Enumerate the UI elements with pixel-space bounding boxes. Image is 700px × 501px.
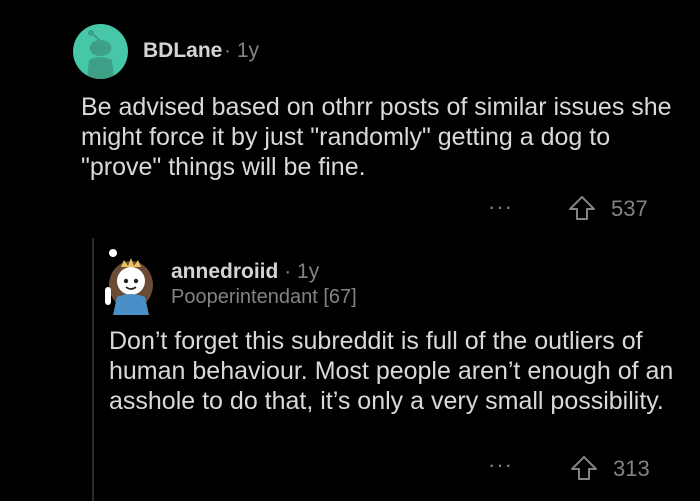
more-options-icon[interactable]: ··· — [488, 452, 513, 478]
upvote-arrow-icon[interactable] — [570, 455, 598, 481]
username[interactable]: BDLane — [143, 39, 222, 63]
comment-age: 1y — [297, 260, 320, 283]
more-options-icon[interactable]: ··· — [488, 194, 513, 220]
user-flair: Pooperintendant [67] — [171, 286, 357, 308]
upvote-arrow-icon[interactable] — [568, 195, 596, 221]
vote-score: 537 — [611, 196, 648, 221]
comment-body: Don’t forget this subreddit is full of t… — [109, 327, 674, 415]
comment-age: 1y — [236, 39, 260, 62]
username[interactable]: annedroiid — [171, 260, 278, 283]
separator-dot: · — [284, 260, 292, 283]
comment-body: Be advised based on othrr posts of simil… — [81, 93, 672, 181]
separator-dot: · — [224, 39, 231, 62]
custom-avatar-icon[interactable] — [99, 247, 159, 315]
comment-meta: · 1y — [224, 39, 259, 63]
snoo-avatar-icon[interactable] — [73, 24, 128, 79]
thread-line[interactable] — [92, 238, 94, 501]
vote-score: 313 — [613, 456, 650, 481]
comment-header: annedroiid · 1y — [171, 260, 319, 284]
